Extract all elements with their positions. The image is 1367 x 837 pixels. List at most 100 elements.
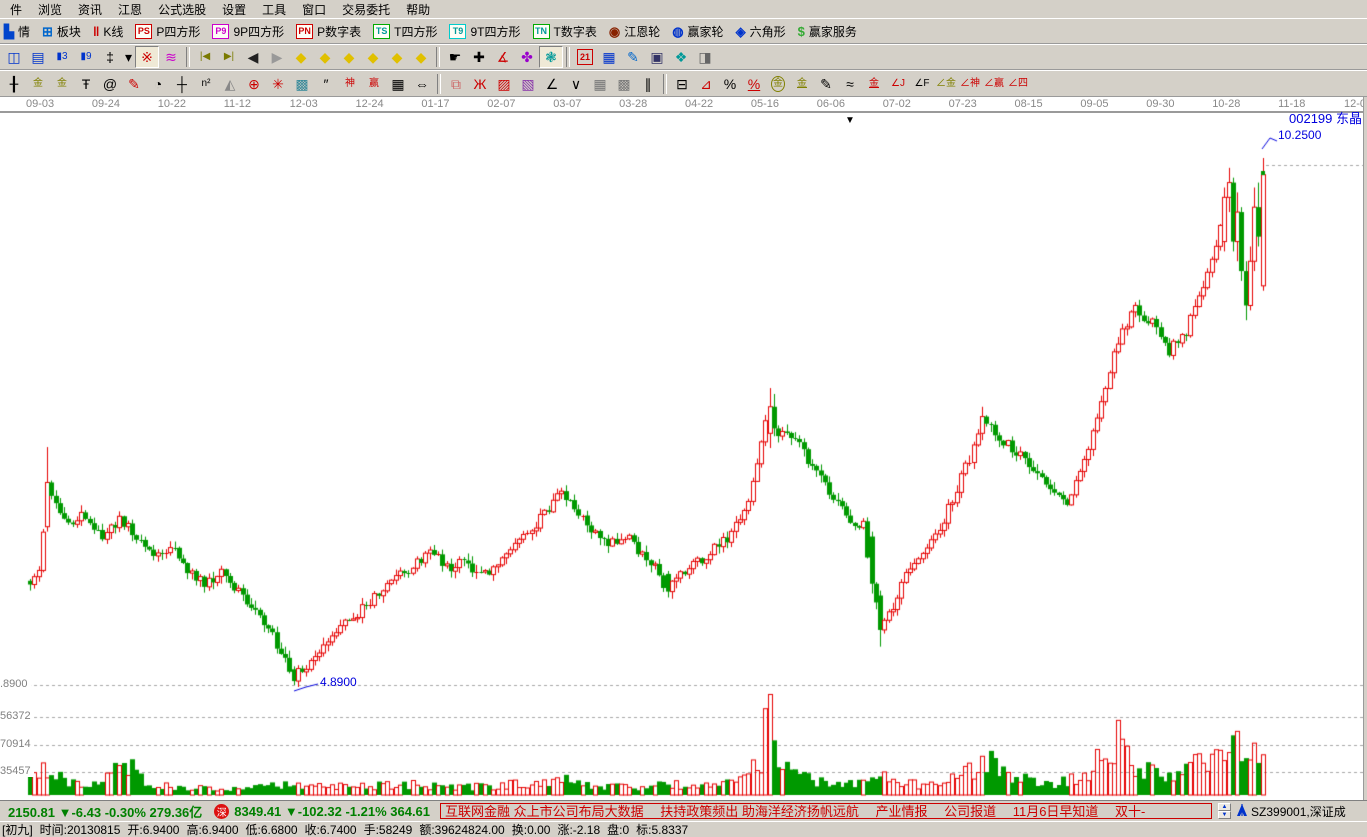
compress-x-diamond-icon[interactable]: ◆ (361, 46, 385, 68)
menu-浏览[interactable]: 浏览 (30, 0, 70, 19)
goto-first-icon[interactable]: |◀ (193, 46, 217, 68)
pan-left-diamond-icon[interactable]: ◆ (289, 46, 313, 68)
grid-123-icon[interactable]: ▦ (386, 73, 410, 95)
module-sectors[interactable]: ⊞板块 (42, 23, 81, 40)
angle-si-icon[interactable]: ∠四 (1006, 73, 1030, 95)
shade-box-icon[interactable]: ▧ (516, 73, 540, 95)
notes-icon[interactable]: ✎ (621, 46, 645, 68)
spinner-down-icon[interactable]: ▼ (1218, 811, 1231, 819)
box-measure-icon[interactable]: ⧉ (444, 73, 468, 95)
module-p-square[interactable]: PSP四方形 (135, 23, 200, 40)
mirror-icon[interactable]: ◭ (218, 73, 242, 95)
dense-grid2-icon[interactable]: ▩ (612, 73, 636, 95)
smart-analysis-icon[interactable]: ❃ (539, 46, 563, 68)
gold-red-icon[interactable]: 金 (862, 73, 886, 95)
menu-资讯[interactable]: 资讯 (70, 0, 110, 19)
expand-x-diamond-icon[interactable]: ◆ (337, 46, 361, 68)
info-panel-icon[interactable]: ▤ (26, 46, 50, 68)
price-scale-icon[interactable]: ⊟ (670, 73, 694, 95)
module-quote[interactable]: ▙情 (4, 23, 30, 40)
pct-line-icon[interactable]: % (742, 73, 766, 95)
ruler-icon[interactable]: ╂ (2, 73, 26, 95)
f-grid-icon[interactable]: Ŧ (74, 73, 98, 95)
network-icon[interactable]: ❖ (669, 46, 693, 68)
chart-marker-triangle: ▼ (845, 115, 855, 126)
step-back-icon[interactable]: ◀ (241, 46, 265, 68)
goto-last-icon[interactable]: ▶| (217, 46, 241, 68)
module-hexagon[interactable]: ◈六角形 (736, 23, 786, 40)
module-p-table[interactable]: PNP数字表 (296, 23, 361, 40)
calculator-icon[interactable]: ▦ (597, 46, 621, 68)
tick-ruler-icon[interactable]: ┼ (170, 73, 194, 95)
dense-grid-icon[interactable]: ▦ (588, 73, 612, 95)
kline-pattern-icon[interactable]: ◫ (2, 46, 26, 68)
menu-窗口[interactable]: 窗口 (294, 0, 334, 19)
gold-grid-icon[interactable]: 金 (26, 73, 50, 95)
expand-all-diamond-icon[interactable]: ◆ (409, 46, 433, 68)
star-web-icon[interactable]: ✳ (266, 73, 290, 95)
trend-angle-icon[interactable]: ∠ (540, 73, 564, 95)
gold-circle-icon[interactable]: 金 (766, 73, 790, 95)
time-cycle-icon[interactable]: ◔ (146, 73, 170, 95)
module-9p-square[interactable]: P99P四方形 (212, 23, 284, 40)
calendar-icon[interactable]: 21 (573, 46, 597, 68)
spinner-up-icon[interactable]: ▲ (1218, 803, 1231, 811)
spiral-icon[interactable]: @ (98, 73, 122, 95)
percent-icon[interactable]: % (718, 73, 742, 95)
ray-fan-icon[interactable]: Ж (468, 73, 492, 95)
wave-line-icon[interactable]: ≈ (838, 73, 862, 95)
gann-tool-icon[interactable]: ✤ (515, 46, 539, 68)
wave-v-icon[interactable]: ∨ (564, 73, 588, 95)
angle-shen-icon[interactable]: ∠神 (958, 73, 982, 95)
kline-chart-canvas[interactable] (0, 97, 1367, 800)
parallel-lines-icon[interactable]: ∥ (636, 73, 660, 95)
angle-measure-icon[interactable]: ∡ (491, 46, 515, 68)
menu-交易委托[interactable]: 交易委托 (334, 0, 398, 19)
compress-all-diamond-icon[interactable]: ◆ (385, 46, 409, 68)
remote-icon[interactable]: ◨ (693, 46, 717, 68)
span-measure-icon[interactable]: ⇔ (410, 73, 434, 95)
save-icon[interactable]: ▣ (645, 46, 669, 68)
ticker-spinner[interactable]: ▲ ▼ (1218, 803, 1231, 819)
module-t-table[interactable]: TNT数字表 (533, 23, 597, 40)
menu-公式选股[interactable]: 公式选股 (150, 0, 214, 19)
ray-box-icon[interactable]: ▨ (492, 73, 516, 95)
module-winner-service[interactable]: $赢家服务 (798, 23, 857, 40)
module-t-square[interactable]: TST四方形 (373, 23, 437, 40)
module-winner-wheel[interactable]: ◍赢家轮 (672, 23, 723, 40)
draw-pen-icon[interactable]: ✎ (814, 73, 838, 95)
crosshair-tool-icon[interactable]: ✚ (467, 46, 491, 68)
pct-retrace-icon[interactable]: ⊿ (694, 73, 718, 95)
step-forward-icon[interactable]: ▶ (265, 46, 289, 68)
ying-tool-icon[interactable]: 赢 (362, 73, 386, 95)
gold-grid2-icon[interactable]: 金 (50, 73, 74, 95)
web-grid-icon[interactable]: ▩ (290, 73, 314, 95)
volume-profile-icon[interactable]: ≋ (159, 46, 183, 68)
angle-f-icon[interactable]: ∠F (910, 73, 934, 95)
marker-pen-icon[interactable]: ✎ (122, 73, 146, 95)
n-squared-icon[interactable]: n² (194, 73, 218, 95)
news-ticker[interactable]: 互联网金融 众上市公司布局大数据 扶持政策频出 助海洋经济扬帆远航 产业情报 公… (440, 803, 1212, 819)
bars-9-icon[interactable]: ▮9 (74, 46, 98, 68)
candle-style-dropdown[interactable]: ▾ (122, 46, 135, 68)
hand-tool-icon[interactable]: ☛ (443, 46, 467, 68)
angle-j-icon[interactable]: ∠J (886, 73, 910, 95)
circle-target-icon[interactable]: ⊕ (242, 73, 266, 95)
k-count-icon[interactable]: ″ (314, 73, 338, 95)
angle-gold-icon[interactable]: ∠金 (934, 73, 958, 95)
menu-帮助[interactable]: 帮助 (398, 0, 438, 19)
module-9t-square[interactable]: T99T四方形 (449, 23, 520, 40)
gann-pattern-icon[interactable]: ※ (135, 46, 159, 68)
gold-line-icon[interactable]: 金 (790, 73, 814, 95)
bars-3-icon[interactable]: ▮3 (50, 46, 74, 68)
menu-江恩[interactable]: 江恩 (110, 0, 150, 19)
candle-style-icon[interactable]: ‡ (98, 46, 122, 68)
menu-设置[interactable]: 设置 (214, 0, 254, 19)
menu-工具[interactable]: 工具 (254, 0, 294, 19)
pan-right-diamond-icon[interactable]: ◆ (313, 46, 337, 68)
angle-ying-icon[interactable]: ∠赢 (982, 73, 1006, 95)
menu-件[interactable]: 件 (2, 0, 30, 19)
module-gann-wheel[interactable]: ◉江恩轮 (609, 23, 660, 40)
module-kline[interactable]: ‖K线 (93, 23, 123, 40)
shen-tool-icon[interactable]: 神 (338, 73, 362, 95)
